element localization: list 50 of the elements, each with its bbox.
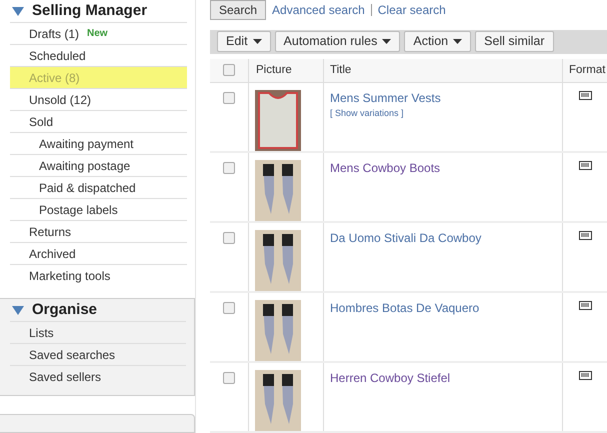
show-variations-link[interactable]: [ Show variations ]: [330, 107, 404, 120]
toolbar-button[interactable]: Edit: [217, 31, 271, 52]
vest-photo: [255, 90, 301, 151]
boots-photo: [255, 370, 301, 431]
item-title-link[interactable]: Mens Cowboy Boots: [330, 159, 440, 177]
triangle-icon[interactable]: [12, 6, 24, 16]
checkbox[interactable]: [223, 92, 235, 104]
nav-subitem[interactable]: Awaiting postage: [10, 154, 187, 176]
item-title-link[interactable]: Mens Summer Vests: [330, 89, 441, 107]
fixed-price-icon: [579, 371, 592, 380]
checkbox[interactable]: [223, 162, 235, 174]
triangle-icon[interactable]: [12, 306, 24, 314]
toolbar-button[interactable]: Action: [404, 31, 472, 52]
boots-photo: [255, 230, 301, 291]
item-title-link[interactable]: Da Uomo Stivali Da Cowboy: [330, 229, 482, 247]
checkbox[interactable]: [223, 64, 235, 76]
fixed-price-icon: [579, 231, 592, 240]
fixed-price-icon: [579, 161, 592, 170]
nav-item[interactable]: Saved searches: [10, 343, 186, 365]
nav-item[interactable]: Drafts (1) New: [10, 22, 187, 44]
nav-item[interactable]: Saved sellers: [10, 365, 186, 387]
search-button[interactable]: Search: [210, 0, 266, 20]
fixed-price-icon: [579, 91, 592, 100]
section-title[interactable]: Selling Manager: [32, 0, 148, 22]
nav-subitem[interactable]: Awaiting payment: [10, 132, 187, 154]
search-link[interactable]: Advanced search: [272, 1, 365, 19]
new-label: New: [87, 27, 108, 41]
item-title-link[interactable]: Herren Cowboy Stiefel: [330, 369, 450, 387]
toolbar-button[interactable]: Automation rules: [274, 31, 400, 52]
search-link[interactable]: Clear search: [378, 1, 446, 19]
column-header: Title: [324, 58, 563, 82]
nav-subitem[interactable]: Paid & dispatched: [10, 176, 187, 198]
nav-item[interactable]: Sold: [10, 110, 187, 132]
checkbox[interactable]: [223, 232, 235, 244]
boots-photo: [255, 300, 301, 361]
fixed-price-icon: [579, 301, 592, 310]
item-title-link[interactable]: Hombres Botas De Vaquero: [330, 299, 480, 317]
checkbox[interactable]: [223, 302, 235, 314]
column-header: Format: [568, 62, 606, 78]
checkbox[interactable]: [223, 372, 235, 384]
nav-item[interactable]: Marketing tools: [10, 264, 187, 286]
nav-item[interactable]: Archived: [10, 242, 187, 264]
nav-subitem[interactable]: Postage labels: [10, 198, 187, 220]
toolbar-button[interactable]: Sell similar: [475, 31, 554, 52]
section-title[interactable]: Organise: [32, 298, 98, 322]
boots-photo: [255, 160, 301, 221]
nav-item[interactable]: Unsold (12): [10, 88, 187, 110]
nav-item[interactable]: Returns: [10, 220, 187, 242]
nav-item[interactable]: Lists: [10, 321, 186, 343]
column-header: Picture: [249, 58, 324, 82]
